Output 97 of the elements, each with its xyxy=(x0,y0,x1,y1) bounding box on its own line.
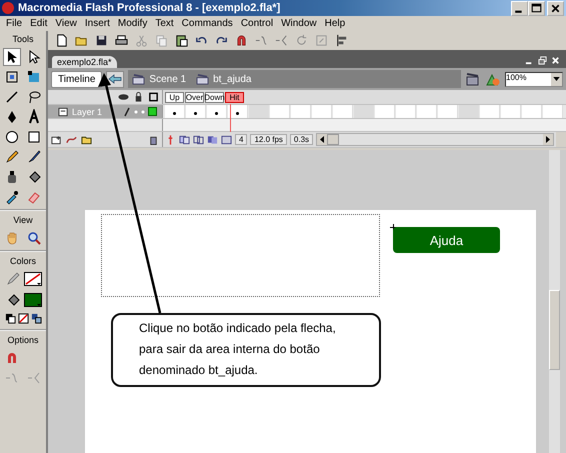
breadcrumb-link[interactable]: bt_ajuda xyxy=(213,74,252,84)
gradient-icon[interactable] xyxy=(26,69,42,85)
close-button[interactable] xyxy=(547,0,564,16)
trash-icon[interactable] xyxy=(148,134,159,144)
scroll-thumb[interactable] xyxy=(327,134,340,145)
menu-item[interactable]: Window xyxy=(277,18,321,29)
folder-icon[interactable] xyxy=(81,134,92,144)
frame-cell[interactable] xyxy=(543,105,563,118)
frame-cell[interactable] xyxy=(480,105,500,118)
menu-item[interactable]: Text xyxy=(151,18,178,29)
frame-cell[interactable] xyxy=(354,105,374,118)
menu-item[interactable]: Edit xyxy=(26,18,52,29)
swap-colors-icon[interactable] xyxy=(30,313,42,324)
menu-item[interactable]: File xyxy=(2,18,26,29)
onion-markers-icon[interactable] xyxy=(221,134,232,144)
zoom-icon[interactable] xyxy=(26,230,42,246)
frame-label[interactable]: Down xyxy=(205,92,224,102)
onion-outline-icon[interactable] xyxy=(193,134,204,144)
edit-scene-icon[interactable] xyxy=(465,71,481,87)
vertical-scrollbar[interactable] xyxy=(549,150,560,453)
menu-item[interactable]: View xyxy=(51,18,81,29)
menu-item[interactable]: Commands xyxy=(178,18,237,29)
motion-guide-icon[interactable] xyxy=(66,134,77,144)
frame-cell[interactable] xyxy=(417,105,437,118)
scroll-left-icon[interactable] xyxy=(317,134,328,145)
frame-cell[interactable] xyxy=(333,105,353,118)
breadcrumb-link[interactable]: Scene 1 xyxy=(149,74,186,84)
frame-cell[interactable] xyxy=(207,105,227,118)
rectangle-icon[interactable] xyxy=(26,129,42,145)
frame-label[interactable]: Up xyxy=(165,92,184,102)
frame-cell[interactable] xyxy=(228,105,248,118)
frame-cell[interactable] xyxy=(459,105,479,118)
back-button[interactable] xyxy=(106,70,124,88)
window-title: Macromedia Flash Professional 8 - [exemplo2.fla*] xyxy=(18,2,282,14)
elapsed-time: 0.3s xyxy=(290,134,314,145)
straighten-icon[interactable] xyxy=(274,33,289,48)
layer-outline-color[interactable] xyxy=(148,107,157,116)
section-title: Options xyxy=(0,329,46,348)
maximize-button[interactable] xyxy=(528,0,545,16)
section-title: View xyxy=(0,209,46,228)
fill-color-swatch[interactable] xyxy=(24,293,42,307)
paste-icon[interactable] xyxy=(174,33,189,48)
callout-text: Clique no botão indicado pela flecha, para sair da area interna do botão denominado bt_ajuda. xyxy=(111,313,381,387)
menu-item[interactable]: Modify xyxy=(114,18,152,29)
lock-icon[interactable] xyxy=(133,92,144,102)
save-icon[interactable] xyxy=(94,33,109,48)
close-button[interactable] xyxy=(551,56,560,65)
panel-title: Tools xyxy=(11,33,34,46)
edit-frames-icon[interactable] xyxy=(207,134,218,144)
eye-icon[interactable] xyxy=(118,92,129,102)
frame-cell[interactable] xyxy=(375,105,395,118)
scene-icon xyxy=(132,74,146,84)
frame-cell[interactable] xyxy=(312,105,332,118)
no-color-icon[interactable] xyxy=(18,313,28,324)
transform-icon[interactable] xyxy=(4,69,20,85)
menu-item[interactable]: Control xyxy=(236,18,278,29)
frame-cell[interactable] xyxy=(165,105,185,118)
stroke-color-swatch[interactable] xyxy=(24,272,42,286)
outline-icon[interactable] xyxy=(148,92,159,102)
frame-label[interactable]: Hit xyxy=(225,92,244,102)
menu-item[interactable]: Help xyxy=(320,18,350,29)
document-tab[interactable]: exemplo2.fla* xyxy=(52,56,117,68)
flash-logo-icon xyxy=(2,2,14,14)
frame-cell[interactable] xyxy=(438,105,458,118)
frame-cell[interactable] xyxy=(501,105,521,118)
visible-dot-icon[interactable] xyxy=(134,110,138,114)
vertical-scrollbar[interactable] xyxy=(556,132,566,147)
frame-label[interactable]: Over xyxy=(185,92,204,102)
line-icon[interactable] xyxy=(4,89,20,105)
frame-cell[interactable] xyxy=(291,105,311,118)
frame-cell[interactable] xyxy=(186,105,206,118)
minimize-button[interactable] xyxy=(511,0,528,16)
add-layer-icon[interactable] xyxy=(51,134,62,144)
frame-cell[interactable] xyxy=(249,105,269,118)
zoom-select[interactable]: 100% xyxy=(505,72,563,86)
onion-skin-icon[interactable] xyxy=(179,134,190,144)
frame-cell[interactable] xyxy=(270,105,290,118)
frame-cell[interactable] xyxy=(522,105,542,118)
horizontal-scrollbar[interactable] xyxy=(316,133,554,146)
frame-rate: 12.0 fps xyxy=(250,134,287,145)
symbol-icon xyxy=(196,74,210,84)
current-frame: 4 xyxy=(235,134,248,145)
text-icon[interactable] xyxy=(26,109,42,125)
layer-icon xyxy=(58,106,69,116)
restore-button[interactable] xyxy=(538,56,547,65)
dropdown-arrow-icon[interactable] xyxy=(553,77,560,81)
circle-icon[interactable] xyxy=(4,129,20,145)
unlocked-dot-icon[interactable] xyxy=(141,110,145,114)
scroll-right-icon[interactable] xyxy=(543,134,553,145)
eyedropper-icon[interactable] xyxy=(4,189,20,205)
default-colors-icon[interactable] xyxy=(4,313,16,324)
menu-item[interactable]: Insert xyxy=(80,18,114,29)
help-button[interactable]: Ajuda xyxy=(393,227,500,253)
frame-cell[interactable] xyxy=(396,105,416,118)
timeline-button[interactable]: Timeline xyxy=(51,70,102,88)
section-title: Colors xyxy=(0,250,46,269)
brush-icon[interactable] xyxy=(26,149,42,165)
